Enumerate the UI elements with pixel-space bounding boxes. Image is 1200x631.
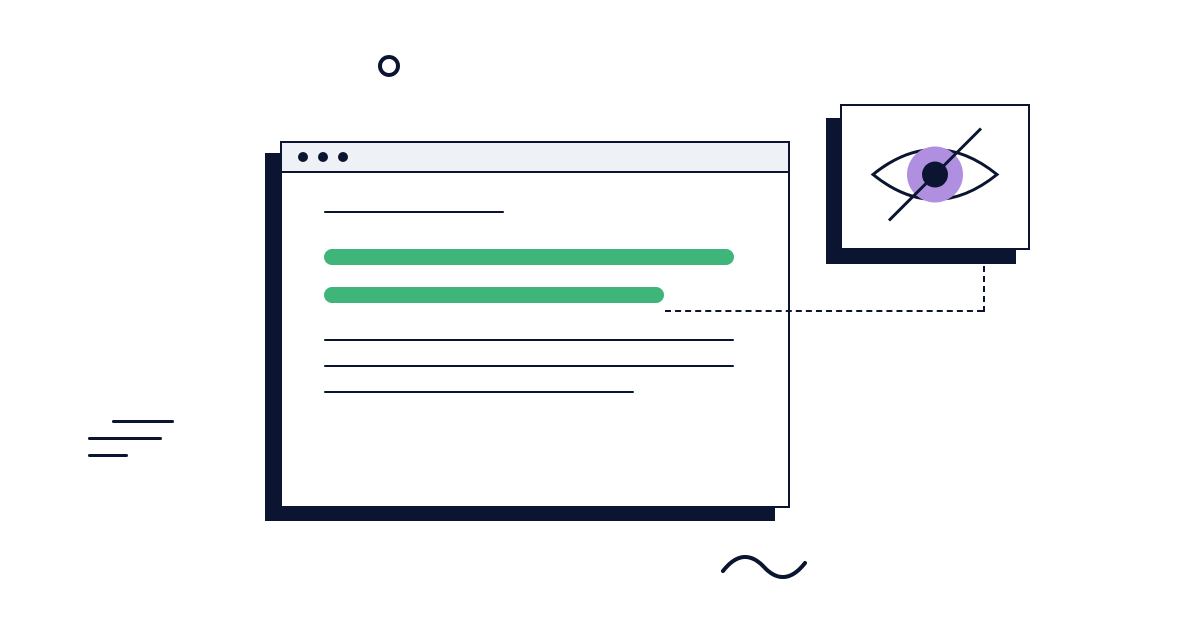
content-highlight-line	[324, 287, 664, 303]
decorative-squiggle-icon	[719, 551, 809, 586]
window-control-dot-icon	[318, 152, 328, 162]
content-title-line	[324, 211, 504, 213]
window-control-dot-icon	[298, 152, 308, 162]
window-titlebar	[282, 143, 788, 173]
connector-line	[665, 310, 983, 312]
window-control-dot-icon	[338, 152, 348, 162]
content-text-line	[324, 339, 734, 341]
eye-card	[840, 104, 1030, 250]
content-text-line	[324, 391, 634, 393]
connector-line	[983, 266, 985, 312]
window-content	[282, 173, 788, 393]
browser-window	[280, 141, 790, 508]
content-text-line	[324, 365, 734, 367]
eye-slash-icon	[855, 115, 1015, 240]
content-highlight-line	[324, 249, 734, 265]
decorative-circle-icon	[378, 55, 400, 77]
decorative-speed-lines-icon	[74, 420, 174, 471]
